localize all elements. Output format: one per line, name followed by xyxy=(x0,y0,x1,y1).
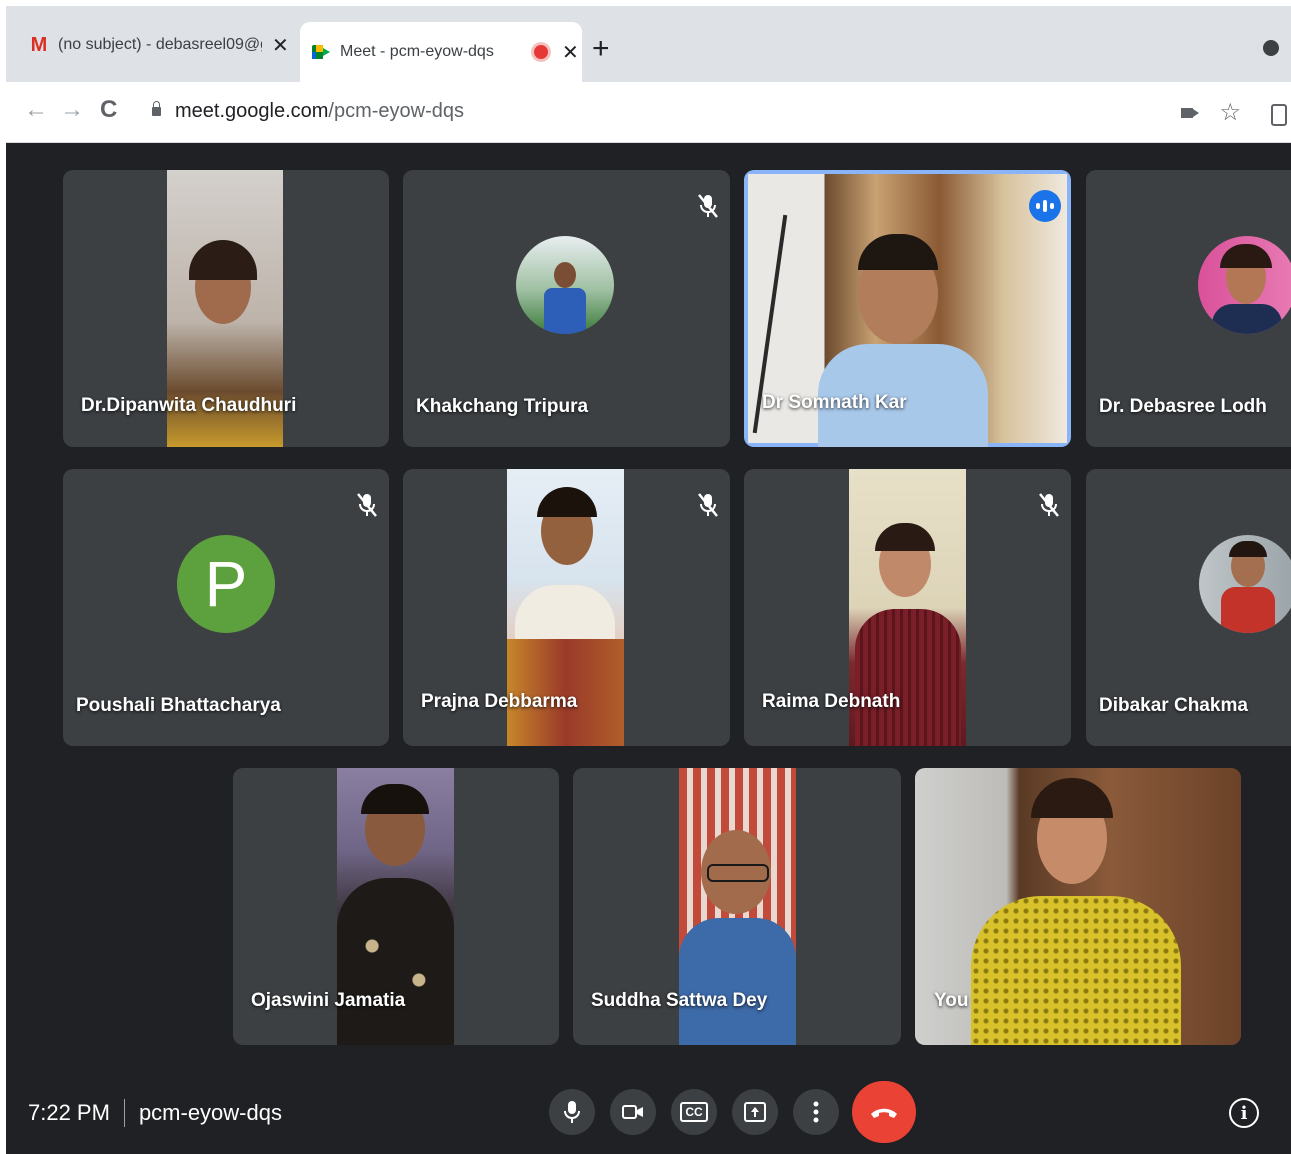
lock-icon xyxy=(152,100,161,116)
participant-tile[interactable]: Prajna Debbarma xyxy=(403,469,730,746)
hang-up-icon xyxy=(871,1108,897,1118)
browser-tab-strip: M (no subject) - debasreel09@gmai ✕ Meet… xyxy=(6,6,1291,82)
participant-letter-avatar: P xyxy=(177,535,275,633)
divider xyxy=(123,1099,125,1127)
participant-tile[interactable]: Khakchang Tripura xyxy=(403,170,730,447)
tab-gmail[interactable]: M (no subject) - debasreel09@gmai ✕ xyxy=(30,26,298,64)
meeting-controls-bar: 7:22 PM pcm-eyow-dqs CC i xyxy=(6,1073,1291,1154)
participant-name: Prajna Debbarma xyxy=(421,691,578,712)
camera-icon xyxy=(622,1105,643,1119)
info-icon[interactable]: i xyxy=(1229,1098,1259,1128)
browser-toolbar: ← → C meet.google.com/pcm-eyow-dqs ☆ xyxy=(6,82,1291,143)
meeting-code: pcm-eyow-dqs xyxy=(138,1100,282,1125)
participant-tile[interactable]: Dibakar Chakma xyxy=(1086,469,1291,746)
participant-name: Khakchang Tripura xyxy=(416,396,589,417)
participant-name: Dr. Debasree Lodh xyxy=(1099,396,1267,417)
mic-off-icon xyxy=(698,493,718,517)
speaking-indicator-icon xyxy=(1029,190,1061,222)
tab-title: (no subject) - debasreel09@gmai xyxy=(58,36,262,53)
close-tab-icon[interactable]: ✕ xyxy=(562,40,579,65)
meet-icon xyxy=(312,43,330,61)
participant-tile-active-speaker[interactable]: Dr Somnath Kar xyxy=(744,170,1071,447)
address-bar[interactable]: meet.google.com/pcm-eyow-dqs xyxy=(136,88,1246,134)
more-options-button[interactable] xyxy=(793,1089,839,1135)
present-icon xyxy=(744,1102,766,1122)
meeting-time: 7:22 PM xyxy=(28,1100,110,1125)
participant-name: Dr Somnath Kar xyxy=(762,392,907,413)
participant-name: Suddha Sattwa Dey xyxy=(591,990,768,1011)
tab-meet[interactable]: Meet - pcm-eyow-dqs ✕ xyxy=(300,22,582,82)
mic-off-icon xyxy=(357,493,377,517)
participant-tile[interactable]: Dr. Debasree Lodh xyxy=(1086,170,1291,447)
participant-name: Poushali Bhattacharya xyxy=(76,695,281,716)
participant-avatar xyxy=(516,236,614,334)
camera-button[interactable] xyxy=(610,1089,656,1135)
microphone-icon xyxy=(564,1101,580,1123)
gmail-icon: M xyxy=(30,33,48,56)
leave-call-button[interactable] xyxy=(852,1081,916,1143)
participant-name: Ojaswini Jamatia xyxy=(251,990,406,1011)
captions-button[interactable]: CC xyxy=(671,1089,717,1135)
participant-tile[interactable]: P Poushali Bhattacharya xyxy=(63,469,389,746)
more-vert-icon xyxy=(813,1101,819,1123)
participant-avatar xyxy=(1199,535,1291,633)
close-tab-icon[interactable]: ✕ xyxy=(272,33,289,58)
present-button[interactable] xyxy=(732,1089,778,1135)
participant-tile[interactable]: Suddha Sattwa Dey xyxy=(573,768,901,1045)
captions-icon: CC xyxy=(680,1102,708,1122)
mic-button[interactable] xyxy=(549,1089,595,1135)
forward-arrow-icon[interactable]: → xyxy=(60,96,84,124)
url-host: meet.google.com xyxy=(175,99,329,122)
mic-off-icon xyxy=(698,194,718,218)
participant-name: Raima Debnath xyxy=(762,691,901,712)
camera-in-use-icon[interactable] xyxy=(1181,107,1200,118)
profile-icon[interactable] xyxy=(1263,40,1279,56)
participant-tile-self[interactable]: You xyxy=(915,768,1241,1045)
participant-name: You xyxy=(934,990,969,1011)
participant-name: Dibakar Chakma xyxy=(1099,695,1248,716)
back-arrow-icon[interactable]: ← xyxy=(24,96,48,124)
mic-off-icon xyxy=(1039,493,1059,517)
bookmark-star-icon[interactable]: ☆ xyxy=(1219,98,1241,127)
extension-icon[interactable] xyxy=(1271,104,1287,126)
new-tab-button[interactable]: + xyxy=(592,32,610,66)
participant-name: Dr.Dipanwita Chaudhuri xyxy=(81,395,297,416)
participant-tile[interactable]: Raima Debnath xyxy=(744,469,1071,746)
recording-icon xyxy=(534,45,548,59)
meeting-details: 7:22 PM pcm-eyow-dqs xyxy=(28,1099,282,1127)
participant-tile[interactable]: Dr.Dipanwita Chaudhuri xyxy=(63,170,389,447)
meet-stage: Dr.Dipanwita Chaudhuri Khakchang Tripura… xyxy=(6,143,1291,1154)
tab-title: Meet - pcm-eyow-dqs xyxy=(340,43,494,60)
url-path: /pcm-eyow-dqs xyxy=(328,99,465,122)
participant-avatar xyxy=(1198,236,1291,334)
reload-icon[interactable]: C xyxy=(100,96,117,124)
participant-tile[interactable]: Ojaswini Jamatia xyxy=(233,768,559,1045)
